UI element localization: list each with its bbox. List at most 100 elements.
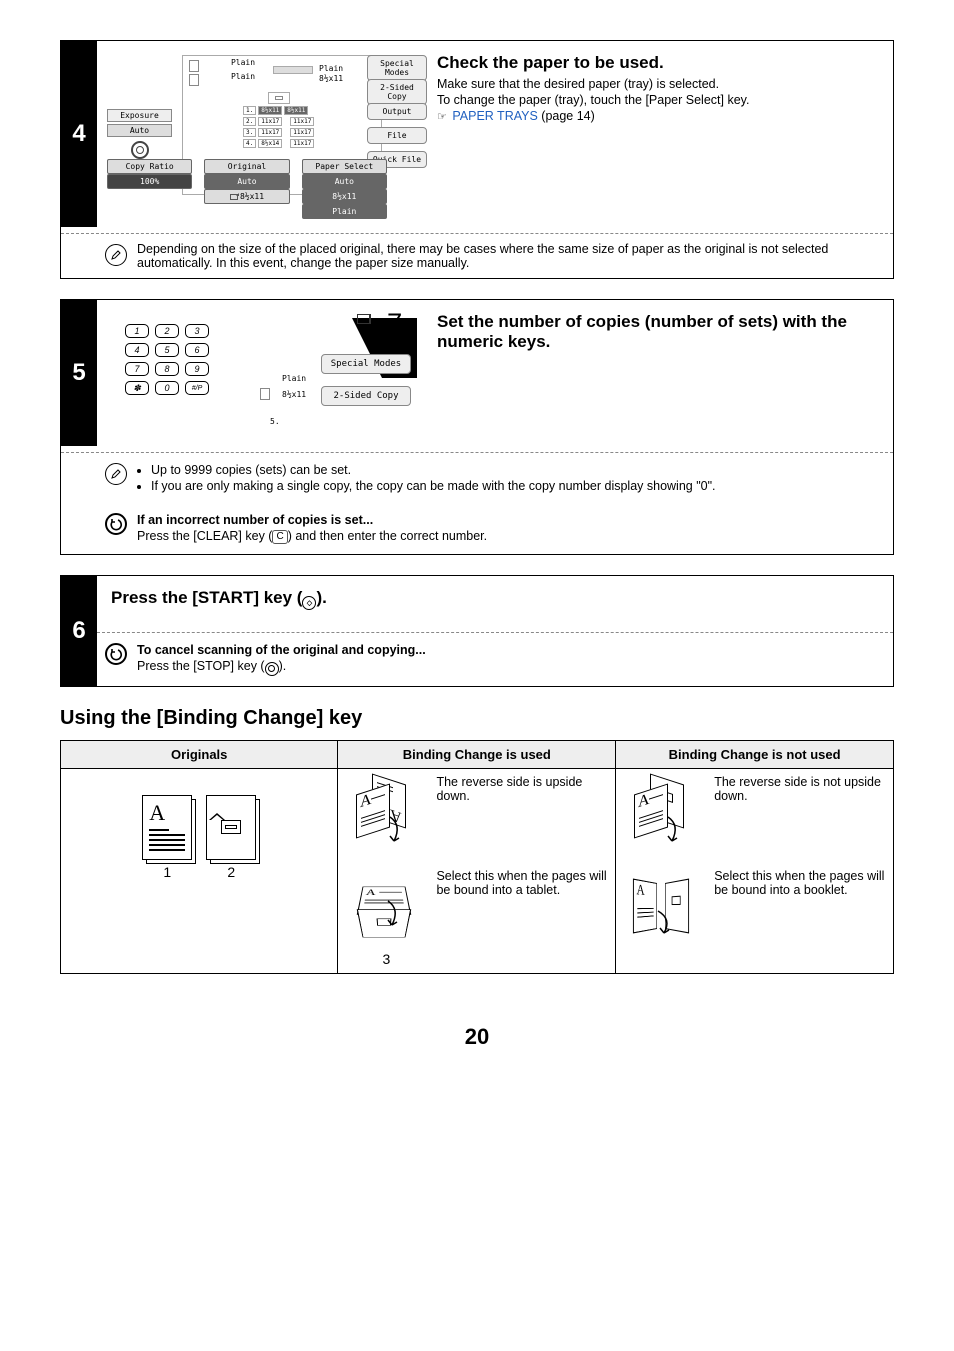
- notused-row1-text: The reverse side is not upside down.: [714, 775, 885, 803]
- step-6-number: 6: [72, 617, 85, 645]
- start-key-icon: [302, 596, 316, 610]
- used-row2-num: 3: [346, 951, 426, 967]
- panel-original-lbl: Original: [204, 159, 289, 174]
- clear-key-icon: C: [272, 530, 287, 544]
- step-5-tip-body: Press the [CLEAR] key (C) and then enter…: [137, 529, 879, 544]
- exposure-dial-icon: [131, 141, 149, 159]
- cell-used: A A: [338, 768, 616, 973]
- keypad-1: 1: [125, 324, 149, 338]
- panel-ps-plain: Plain: [302, 204, 387, 219]
- lcd-fragment: 7 Special Modes 2-Sided Copy Plain 8½x11…: [242, 308, 417, 428]
- diagram-notused-booklet: A: [624, 869, 704, 949]
- original-page-1: A 1: [142, 795, 192, 880]
- keypad-3: 3: [185, 324, 209, 338]
- step-number-col: 4: [61, 41, 97, 227]
- step-number-col: 5: [61, 300, 97, 446]
- numeric-keypad: 1 2 3 4 5 6 7 8: [125, 324, 209, 400]
- binding-table: Originals Binding Change is used Binding…: [60, 740, 894, 974]
- step-5-block: 5 1 2 3 4 5: [60, 299, 894, 555]
- used-row1-text: The reverse side is upside down.: [436, 775, 607, 803]
- keypad-7: 7: [125, 362, 149, 376]
- link-page-ref: (page 14): [538, 109, 595, 123]
- th-notused: Binding Change is not used: [616, 740, 894, 768]
- tray-row-1: 1. 8½x11 8½x11: [243, 106, 314, 115]
- panel-copy-ratio-val: 100%: [107, 174, 192, 189]
- orig-num-1: 1: [142, 864, 192, 880]
- lcd-size: 8½x11: [282, 390, 306, 399]
- panel-original-auto: Auto: [204, 174, 289, 189]
- step-4-body-1: Make sure that the desired paper (tray) …: [437, 77, 879, 91]
- lcd-2sided: 2-Sided Copy: [321, 386, 411, 406]
- keypad-5: 5: [155, 343, 179, 357]
- diagram-used-upside: A A: [346, 775, 426, 855]
- diagram-used-tablet: A: [346, 869, 426, 967]
- step-4-illustration: Exposure Auto Plain Plain Plai: [97, 41, 437, 227]
- keypad-hash: #/P: [185, 381, 209, 395]
- orig-icon-small: [260, 388, 270, 400]
- step-6-tip-body: Press the [STOP] key ().: [137, 659, 879, 676]
- panel-copy-ratio-lbl: Copy Ratio: [107, 159, 192, 174]
- step-4-heading: Check the paper to be used.: [437, 53, 879, 73]
- lcd-special-modes: Special Modes: [321, 354, 411, 374]
- panel-exposure-label: Exposure: [107, 109, 172, 122]
- undo-tip-icon: [105, 643, 127, 665]
- cell-notused: A The reverse side is not upside down.: [616, 768, 894, 973]
- pointer-icon: ☞: [437, 111, 447, 123]
- original-page-2: 2: [206, 795, 256, 880]
- step-4-number: 4: [72, 120, 85, 148]
- panel-output: Output: [367, 103, 427, 120]
- paper-trays-link[interactable]: PAPER TRAYS: [452, 109, 537, 123]
- keypad-4: 4: [125, 343, 149, 357]
- step-5-heading: Set the number of copies (number of sets…: [437, 312, 879, 352]
- keypad-6: 6: [185, 343, 209, 357]
- page-orientation-icon: [230, 194, 238, 200]
- step-4-block: 4 Exposure Auto Plain: [60, 40, 894, 279]
- step-5-note: Up to 9999 copies (sets) can be set. If …: [97, 453, 893, 503]
- panel-original-size: 8½x11: [240, 192, 264, 201]
- step-6-heading: Press the [START] key ().: [111, 588, 879, 610]
- step-6-tip: To cancel scanning of the original and c…: [97, 633, 893, 686]
- step-5-number: 5: [72, 359, 85, 387]
- pencil-note-icon: [105, 463, 127, 485]
- orig-num-2: 2: [206, 864, 256, 880]
- step-4-note-text: Depending on the size of the placed orig…: [137, 242, 879, 270]
- arrow-icon: [273, 66, 313, 74]
- cell-originals: A 1: [61, 768, 338, 973]
- step-5-illustration: 1 2 3 4 5 6 7 8: [97, 300, 437, 446]
- panel-small-size: 8½x11: [319, 74, 343, 83]
- panel-ps-size: 8½x11: [302, 189, 387, 204]
- panel-ps-auto: Auto: [302, 174, 387, 189]
- panel-2sided: 2-Sided Copy: [367, 79, 427, 105]
- used-row2-text: Select this when the pages will be bound…: [436, 869, 607, 897]
- orig-icon-2: [189, 74, 199, 86]
- keypad-8: 8: [155, 362, 179, 376]
- panel-small-plain: Plain: [319, 64, 343, 73]
- keypad-2: 2: [155, 324, 179, 338]
- undo-tip-icon: [105, 513, 127, 535]
- keypad-9: 9: [185, 362, 209, 376]
- step-4-text: Check the paper to be used. Make sure th…: [437, 41, 893, 227]
- step-6-tip-head: To cancel scanning of the original and c…: [137, 643, 879, 657]
- step-5-note-li2: If you are only making a single copy, th…: [151, 479, 879, 493]
- step-5-tip: If an incorrect number of copies is set.…: [97, 503, 893, 554]
- lcd-plain: Plain: [282, 374, 306, 383]
- keypad-0: 0: [155, 381, 179, 395]
- stop-key-icon: [265, 662, 279, 676]
- step-6-block: 6 Press the [START] key (). To cancel sc…: [60, 575, 894, 687]
- diagram-notused-upside: A: [624, 775, 704, 855]
- panel-file: File: [367, 127, 427, 144]
- step-4-note: Depending on the size of the placed orig…: [97, 234, 893, 278]
- tray-row-2: 2. 11x17 11x17: [243, 117, 314, 126]
- panel-ps-lbl: Paper Select: [302, 159, 387, 174]
- step-number-col: 6: [61, 576, 97, 686]
- notused-row2-text: Select this when the pages will be bound…: [714, 869, 885, 897]
- tray-row-4: 4. 8½x14 11x17: [243, 139, 314, 148]
- keypad-star: ✽: [125, 381, 149, 395]
- step-5-tip-head: If an incorrect number of copies is set.…: [137, 513, 879, 527]
- copies-display: 7: [386, 310, 407, 341]
- orig-icon: [189, 60, 199, 72]
- panel-special-modes: Special Modes: [367, 55, 427, 81]
- panel-auto-label: Auto: [107, 124, 172, 137]
- step-4-body-2: To change the paper (tray), touch the [P…: [437, 93, 879, 107]
- pencil-note-icon: [105, 244, 127, 266]
